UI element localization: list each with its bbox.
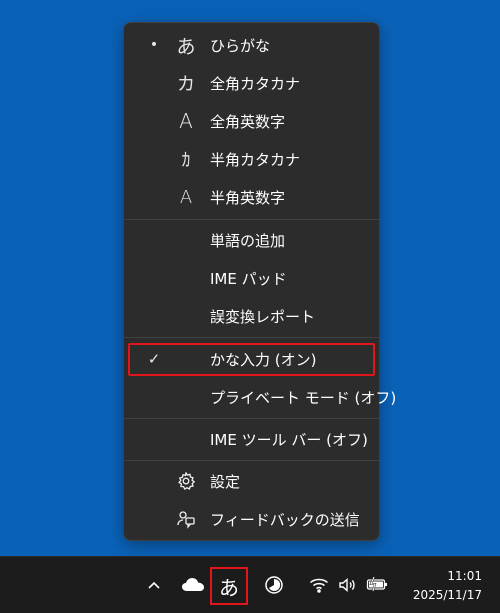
checkmark-icon: ✓ xyxy=(147,350,161,368)
show-hidden-icons-chevron-icon[interactable] xyxy=(142,573,166,597)
menu-item-label: 半角カタカナ xyxy=(210,150,301,169)
gear-icon xyxy=(171,466,201,496)
menu-item-label: 全角英数字 xyxy=(210,112,286,131)
menu-item-label: ひらがな xyxy=(210,36,271,55)
menu-item-label: 半角英数字 xyxy=(210,188,286,207)
clock-time: 11:01 xyxy=(447,569,482,583)
menu-item-halfwidth-alphanumeric[interactable]: A 半角英数字 xyxy=(128,179,375,215)
menu-item-ime-toolbar[interactable]: IME ツール バー (オフ) xyxy=(128,421,375,457)
menu-item-hiragana[interactable]: • あ ひらがな xyxy=(128,27,375,63)
taskbar: あ 11:01 2025/11/17 xyxy=(0,556,500,613)
clock-date: 2025/11/17 xyxy=(412,588,482,602)
menu-separator xyxy=(124,219,379,220)
system-clock[interactable]: 11:01 2025/11/17 xyxy=(413,567,482,605)
menu-item-label: IME ツール バー (オフ) xyxy=(210,430,368,449)
menu-separator xyxy=(124,337,379,338)
menu-item-label: かな入力 (オン) xyxy=(210,350,317,369)
halfwidth-katakana-glyph-icon: ｶ xyxy=(181,150,191,171)
volume-icon[interactable] xyxy=(336,574,358,596)
menu-item-label: プライベート モード (オフ) xyxy=(210,388,397,407)
menu-separator xyxy=(124,460,379,461)
menu-item-label: 誤変換レポート xyxy=(210,307,316,326)
menu-item-settings[interactable]: 設定 xyxy=(128,463,375,499)
menu-item-private-mode[interactable]: プライベート モード (オフ) xyxy=(128,379,396,415)
menu-item-send-feedback[interactable]: フィードバックの送信 xyxy=(128,501,375,537)
menu-item-halfwidth-katakana[interactable]: ｶ 半角カタカナ xyxy=(128,141,375,177)
fullwidth-a-glyph-icon: A xyxy=(179,109,193,133)
menu-item-misconversion-report[interactable]: 誤変換レポート xyxy=(128,298,375,334)
menu-item-label: 単語の追加 xyxy=(210,231,286,250)
halfwidth-a-glyph-icon: A xyxy=(179,186,193,208)
menu-item-fullwidth-katakana[interactable]: カ 全角カタカナ xyxy=(128,65,375,101)
battery-charging-icon[interactable] xyxy=(364,573,390,595)
ime-mode-indicator[interactable]: あ xyxy=(210,567,248,605)
menu-item-label: 全角カタカナ xyxy=(210,74,301,93)
focus-timer-icon[interactable] xyxy=(262,573,286,597)
menu-item-label: フィードバックの送信 xyxy=(210,510,360,529)
menu-item-fullwidth-alphanumeric[interactable]: A 全角英数字 xyxy=(128,103,375,139)
feedback-icon xyxy=(171,504,201,534)
menu-separator xyxy=(124,418,379,419)
menu-item-kana-input[interactable]: ✓ かな入力 (オン) xyxy=(128,341,375,377)
menu-item-add-word[interactable]: 単語の追加 xyxy=(128,222,375,258)
hiragana-glyph-icon: あ xyxy=(176,35,196,58)
menu-item-label: IME パッド xyxy=(210,269,287,288)
onedrive-cloud-icon[interactable] xyxy=(179,572,207,596)
katakana-glyph-icon: カ xyxy=(177,74,195,95)
menu-item-ime-pad[interactable]: IME パッド xyxy=(128,260,375,296)
wifi-icon[interactable] xyxy=(307,574,331,596)
menu-item-label: 設定 xyxy=(210,472,241,491)
ime-context-menu: • あ ひらがな カ 全角カタカナ A 全角英数字 ｶ 半角カタカナ A 半角英… xyxy=(123,22,396,541)
